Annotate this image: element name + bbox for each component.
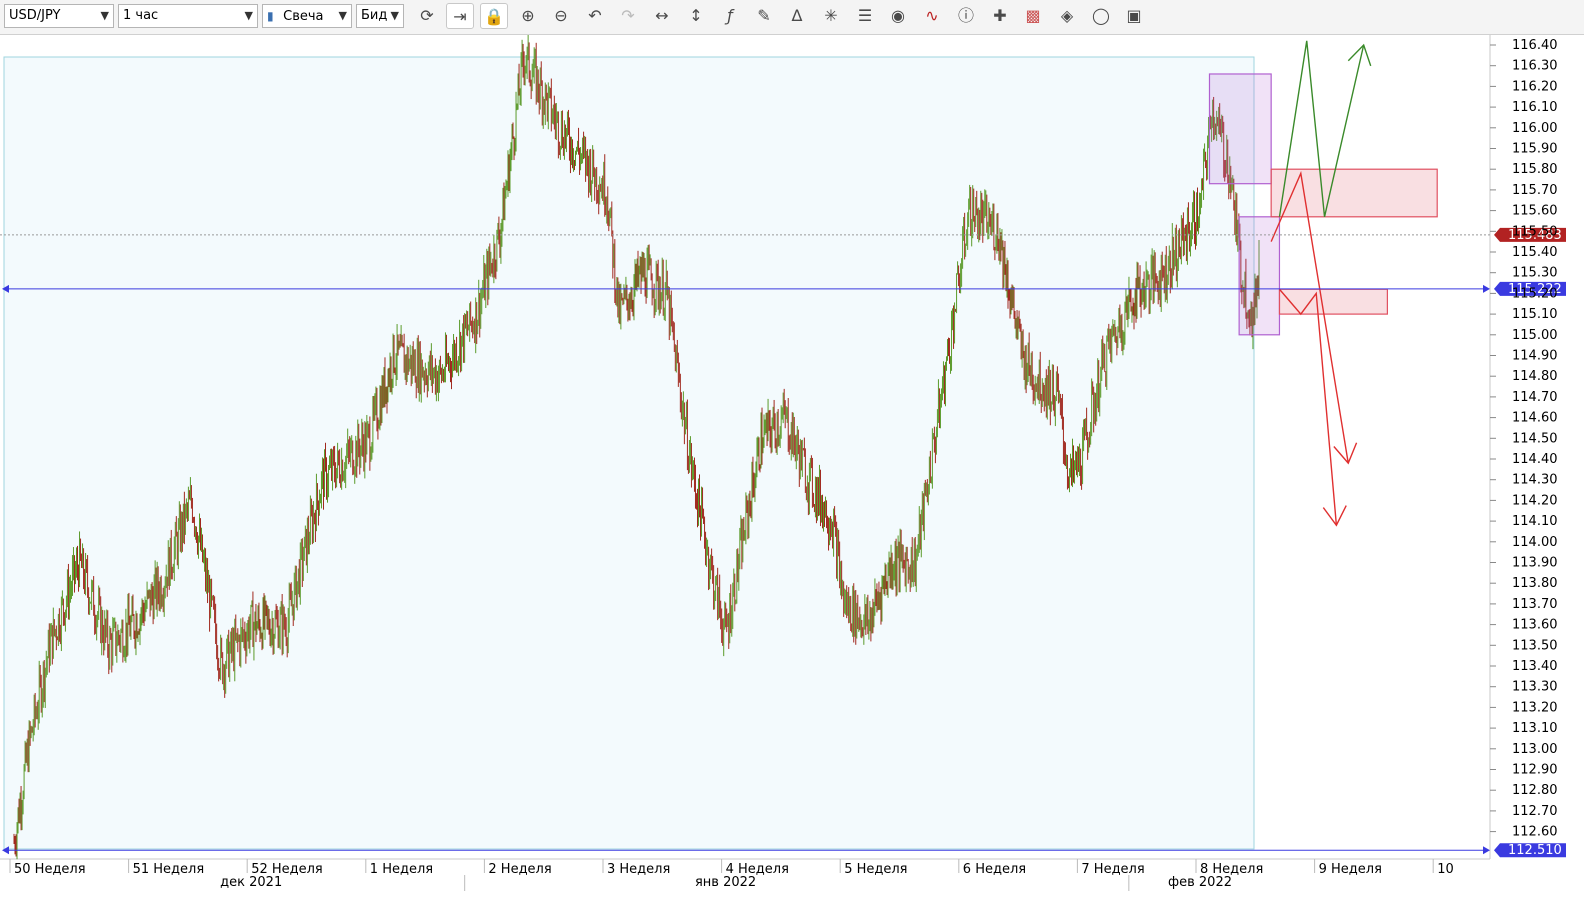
month-label: фев 2022	[1168, 875, 1232, 890]
price-axis: 116.40 116.30 116.20 116.10 116.00 115.90 115.…	[1490, 38, 1558, 840]
zoom-out-icon[interactable]: ⊖	[547, 3, 575, 29]
price-tick-label: 113.90	[1512, 556, 1558, 571]
price-tick-label: 112.80	[1512, 783, 1558, 798]
price-tick-label: 114.30	[1512, 473, 1558, 488]
week-label: 10	[1437, 862, 1454, 877]
formula-icon[interactable]: ƒ	[716, 3, 744, 29]
redo-icon[interactable]: ↷	[614, 3, 642, 29]
price-tick-label: 113.20	[1512, 700, 1558, 715]
price-tick-label: 113.80	[1512, 576, 1558, 591]
refresh-icon[interactable]: ⟳	[413, 3, 441, 29]
price-tick-label: 113.70	[1512, 597, 1558, 612]
chevron-down-icon: ▼	[244, 9, 253, 22]
month-label: дек 2021	[220, 875, 282, 890]
tag-icon[interactable]: ◈	[1053, 3, 1081, 29]
price-marker-label: 112.510	[1508, 843, 1562, 858]
undo-icon[interactable]: ↶	[581, 3, 609, 29]
price-tick-label: 114.70	[1512, 390, 1558, 405]
price-tick-label: 116.20	[1512, 79, 1558, 94]
price-tick-label: 115.90	[1512, 142, 1558, 157]
price-tick-label: 113.50	[1512, 638, 1558, 653]
time-axis: 50 Неделя 51 Неделя 52 Неделя 1 Неделя 2 Нед…	[9, 859, 1454, 891]
symbol-value: USD/JPY	[9, 8, 61, 23]
price-tick-label: 112.60	[1512, 825, 1558, 840]
timeframe-select[interactable]: 1 час ▼	[118, 4, 258, 28]
price-tick-label: 115.20	[1512, 286, 1558, 301]
price-tick-label: 113.40	[1512, 659, 1558, 674]
price-tick-label: 116.00	[1512, 121, 1558, 136]
week-label: 3 Неделя	[607, 862, 670, 877]
price-tick-label: 114.40	[1512, 452, 1558, 467]
save-icon[interactable]: ▣	[1120, 3, 1148, 29]
price-tick-label: 113.30	[1512, 680, 1558, 695]
price-tick-label: 113.60	[1512, 618, 1558, 633]
chevron-down-icon: ▼	[390, 9, 399, 22]
lock-icon[interactable]: 🔒	[480, 3, 508, 29]
price-tick-label: 116.40	[1512, 38, 1558, 53]
week-label: 9 Неделя	[1319, 862, 1382, 877]
price-tick-label: 115.70	[1512, 183, 1558, 198]
price-tick-label: 115.40	[1512, 245, 1558, 260]
price-tick-label: 116.30	[1512, 59, 1558, 74]
timeframe-value: 1 час	[123, 8, 159, 23]
text-tool-icon[interactable]: ∆	[783, 3, 811, 29]
circle-icon[interactable]: ◯	[1087, 3, 1115, 29]
plot-highlight-area	[3, 56, 1255, 850]
red-arrow-2	[1278, 288, 1338, 526]
chart-type-select[interactable]: ▮ Свеча ▼	[262, 4, 352, 28]
horizontal-scale-icon[interactable]: ↔	[648, 3, 676, 29]
price-tick-label: 113.00	[1512, 742, 1558, 757]
candlestick-icon: ▮	[267, 9, 274, 23]
chevron-down-icon: ▼	[338, 9, 347, 22]
info-icon[interactable]: ⓘ	[952, 3, 980, 29]
price-tick-label: 114.20	[1512, 493, 1558, 508]
line-handle-right	[1483, 284, 1490, 293]
week-label: 50 Неделя	[14, 862, 86, 877]
price-tick-label: 113.10	[1512, 721, 1558, 736]
chevron-down-icon: ▼	[100, 9, 109, 22]
week-label: 6 Неделя	[963, 862, 1026, 877]
red-zone-upper	[1270, 168, 1438, 218]
zoom-in-icon[interactable]: ⊕	[514, 3, 542, 29]
price-tick-label: 114.50	[1512, 431, 1558, 446]
pencil-icon[interactable]: ✎	[750, 3, 778, 29]
price-tick-label: 114.80	[1512, 369, 1558, 384]
price-tick-label: 112.70	[1512, 804, 1558, 819]
layers-icon[interactable]: ☰	[851, 3, 879, 29]
price-tick-label: 114.90	[1512, 349, 1558, 364]
scroll-to-end-icon[interactable]: ⇥	[446, 3, 474, 29]
price-tick-label: 115.50	[1512, 224, 1558, 239]
purple-box-upper	[1208, 73, 1272, 185]
volume-icon[interactable]: ▩	[1019, 3, 1047, 29]
price-tick-label: 115.30	[1512, 266, 1558, 281]
price-chart[interactable]: 115.483115.222112.510 116.40116.30116.20…	[0, 35, 1584, 900]
month-label: янв 2022	[695, 875, 756, 890]
price-tick-label: 116.10	[1512, 100, 1558, 115]
symbol-select[interactable]: USD/JPY ▼	[4, 4, 114, 28]
red-zone-lower	[1278, 288, 1388, 315]
price-side-value: Бид	[361, 8, 388, 23]
price-tick-label: 115.80	[1512, 162, 1558, 177]
eye-icon[interactable]: ◉	[884, 3, 912, 29]
week-label: 1 Неделя	[370, 862, 433, 877]
price-tick-label: 112.90	[1512, 763, 1558, 778]
week-label: 5 Неделя	[844, 862, 907, 877]
chart-type-value: Свеча	[283, 9, 324, 24]
price-tick-label: 115.60	[1512, 204, 1558, 219]
week-label: 7 Неделя	[1081, 862, 1144, 877]
price-tick-label: 114.00	[1512, 535, 1558, 550]
vertical-scale-icon[interactable]: ↕	[682, 3, 710, 29]
nodes-icon[interactable]: ✳	[817, 3, 845, 29]
week-label: 2 Неделя	[488, 862, 551, 877]
line-handle-right	[1483, 846, 1490, 855]
indicator-icon[interactable]: ∿	[918, 3, 946, 29]
price-tick-label: 114.10	[1512, 514, 1558, 529]
week-label: 51 Неделя	[133, 862, 205, 877]
price-tick-label: 115.10	[1512, 307, 1558, 322]
price-tick-label: 114.60	[1512, 411, 1558, 426]
crosshair-icon[interactable]: ✚	[986, 3, 1014, 29]
chart-toolbar: USD/JPY ▼ 1 час ▼ ▮ Свеча ▼ Бид ▼ ⟳ ⇥ 🔒 …	[0, 0, 1584, 35]
price-side-select[interactable]: Бид ▼	[356, 4, 404, 28]
price-tick-label: 115.00	[1512, 328, 1558, 343]
